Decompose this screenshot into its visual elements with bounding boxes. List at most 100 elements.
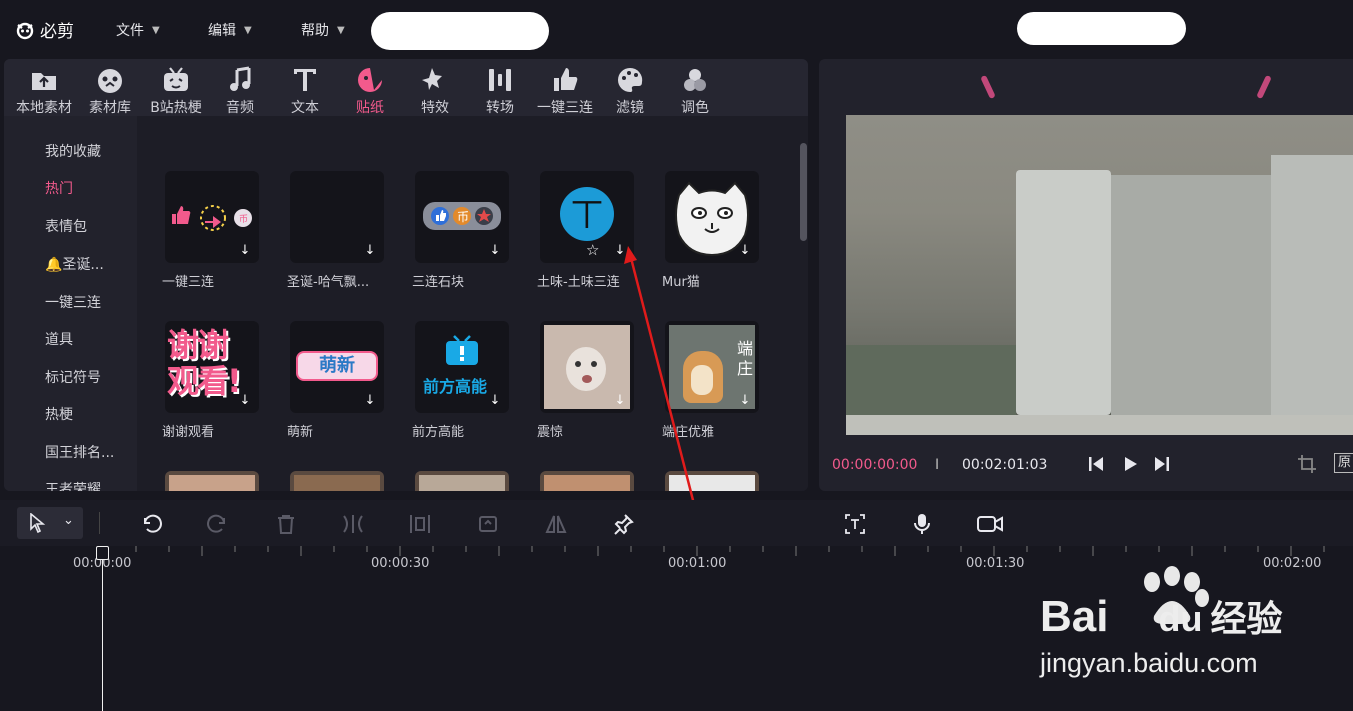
sticker-card[interactable]: 谢谢 观看! ↓ (165, 321, 259, 413)
sticker-label: 圣诞-哈气飘... (287, 275, 370, 290)
menu-file-label: 文件 (116, 23, 144, 39)
sticker-card[interactable]: ↓ (290, 171, 384, 263)
download-icon[interactable]: ↓ (612, 243, 628, 259)
sticker-card[interactable]: 前方高能 ↓ (415, 321, 509, 413)
tab-label: 调色 (681, 100, 709, 116)
dignified-text-1: 端 (737, 339, 754, 358)
tab-one-click-triple[interactable]: 一键三连 (531, 63, 599, 116)
delete-icon[interactable] (274, 512, 298, 536)
split-icon[interactable] (341, 512, 365, 536)
download-icon[interactable]: ↓ (612, 393, 628, 409)
tab-material-library[interactable]: 素材库 (76, 63, 144, 116)
sticker-card[interactable] (415, 471, 509, 491)
tab-transition[interactable]: 转场 (466, 63, 534, 116)
category-triple[interactable]: 一键三连 (45, 292, 101, 312)
download-icon[interactable]: ↓ (237, 243, 253, 259)
text-t-icon (294, 69, 316, 91)
pin-icon[interactable] (611, 512, 635, 536)
tab-label: 文本 (291, 100, 319, 116)
download-icon[interactable]: ↓ (362, 393, 378, 409)
menu-file[interactable]: 文件 ▼ (116, 20, 160, 40)
download-icon[interactable]: ↓ (737, 393, 753, 409)
transition-icon (489, 69, 511, 91)
category-ranking-of-kings[interactable]: 国王排名... (45, 442, 114, 462)
watermark-brand-cn: 经验 (1210, 598, 1283, 639)
category-memes[interactable]: 热梗 (45, 404, 73, 424)
menu-help[interactable]: 帮助 ▼ (301, 20, 345, 40)
sticker-card[interactable]: 币 ↓ (415, 171, 509, 263)
sticker-card[interactable]: 丅 ☆ ↓ (540, 171, 634, 263)
chevron-down-icon: ▼ (152, 24, 160, 36)
category-christmas[interactable]: 🔔圣诞... (45, 254, 104, 274)
sticker-card[interactable] (165, 471, 259, 491)
svg-text:币: 币 (239, 214, 248, 225)
sticker-card[interactable]: 萌新 ↓ (290, 321, 384, 413)
next-frame-icon[interactable] (1153, 455, 1171, 473)
sticker-label: 前方高能 (412, 425, 465, 440)
sticker-card[interactable]: 端 庄 ↓ (665, 321, 759, 413)
category-markers[interactable]: 标记符号 (45, 367, 101, 387)
tab-filter[interactable]: 滤镜 (596, 63, 664, 116)
redo-icon[interactable] (206, 512, 230, 536)
download-icon[interactable]: ↓ (487, 243, 503, 259)
playhead[interactable] (96, 546, 109, 711)
video-preview[interactable] (846, 115, 1353, 435)
previous-frame-icon[interactable] (1087, 455, 1105, 473)
sticker-card[interactable]: ↓ (665, 171, 759, 263)
download-icon[interactable]: ↓ (362, 243, 378, 259)
select-tool-dropdown[interactable]: ⌄ (17, 507, 83, 539)
microphone-icon[interactable] (910, 512, 934, 536)
camera-record-icon[interactable] (976, 512, 1004, 536)
category-emoji[interactable]: 表情包 (45, 216, 87, 236)
redaction-blob (1017, 12, 1186, 45)
tab-local-material[interactable]: 本地素材 (10, 63, 78, 116)
timeline-toolbar: ⌄ (0, 500, 1353, 546)
menu-help-label: 帮助 (301, 23, 329, 39)
sticker-label: 三连石块 (412, 275, 465, 290)
download-icon[interactable]: ↓ (487, 393, 503, 409)
chevron-down-icon: ⌄ (63, 513, 74, 528)
crop-icon[interactable] (1297, 454, 1317, 474)
tab-bilibili-memes[interactable]: B站热梗 (142, 63, 210, 116)
text-recognition-icon[interactable] (843, 512, 867, 536)
tab-effects[interactable]: 特效 (401, 63, 469, 116)
sticker-card[interactable] (290, 471, 384, 491)
grid-scrollbar[interactable] (800, 143, 807, 241)
color-adjust-icon (684, 69, 706, 91)
app-name: 必剪 (40, 22, 74, 42)
top-menu-bar: 必剪 文件 ▼ 编辑 ▼ 帮助 ▼ (0, 0, 1353, 58)
play-icon[interactable] (1121, 455, 1139, 473)
sticker-card[interactable]: 币 ↓ (165, 171, 259, 263)
aspect-ratio-button[interactable]: 原 (1334, 453, 1353, 473)
replace-icon[interactable] (476, 512, 500, 536)
thanks-line-1: 谢谢 (167, 326, 229, 364)
time-label: 00:01:30 (966, 556, 1025, 571)
download-icon[interactable]: ↓ (237, 393, 253, 409)
tab-label: 音频 (226, 100, 254, 116)
material-tabs: 本地素材 素材库 B站热梗 音频 文本 贴纸 特效 转场 一键三连 滤镜 调色 (4, 59, 808, 116)
cursor-icon (30, 513, 46, 533)
trim-icon[interactable] (408, 512, 432, 536)
download-icon[interactable]: ↓ (737, 243, 753, 259)
mirror-icon[interactable] (544, 512, 568, 536)
menu-edit-label: 编辑 (208, 23, 236, 39)
tab-audio[interactable]: 音频 (206, 63, 274, 116)
menu-edit[interactable]: 编辑 ▼ (208, 20, 252, 40)
tv-alert-icon (446, 335, 478, 365)
category-honor-of-kings[interactable]: 王者荣耀 (45, 479, 101, 491)
category-hot[interactable]: 热门 (45, 178, 73, 198)
tab-sticker[interactable]: 贴纸 (336, 63, 404, 116)
tab-text[interactable]: 文本 (271, 63, 339, 116)
category-props[interactable]: 道具 (45, 329, 73, 349)
tab-color-grade[interactable]: 调色 (661, 63, 729, 116)
sticker-category-sidebar: 我的收藏 热门 表情包 🔔圣诞... 一键三连 道具 标记符号 热梗 国王排名.… (4, 116, 137, 491)
undo-icon[interactable] (139, 512, 163, 536)
sticker-card[interactable] (665, 471, 759, 491)
sticker-label: Mur猫 (662, 275, 700, 290)
favorite-star-icon[interactable]: ☆ (586, 241, 599, 259)
sticker-card[interactable] (540, 471, 634, 491)
sticker-label: 震惊 (537, 425, 564, 440)
sticker-card[interactable]: ↓ (540, 321, 634, 413)
tab-label: 滤镜 (616, 100, 644, 116)
category-favorites[interactable]: 我的收藏 (45, 141, 101, 161)
